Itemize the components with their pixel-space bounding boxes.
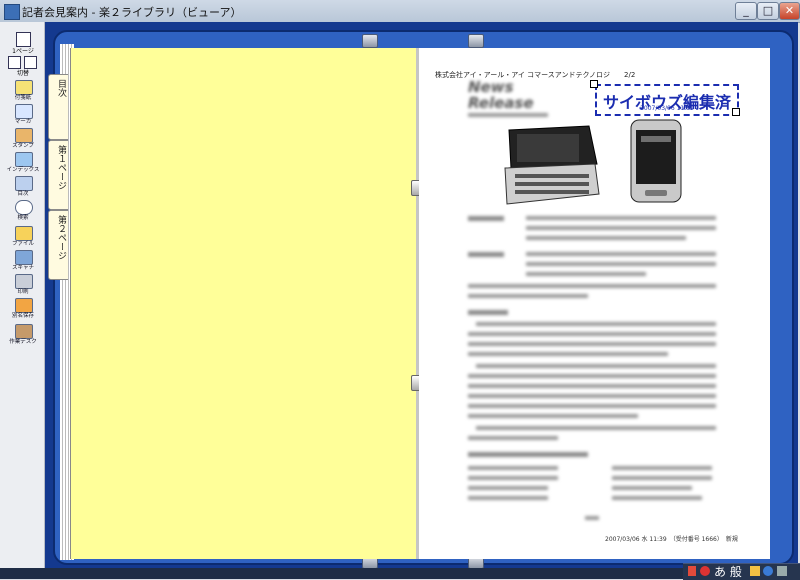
left-page[interactable] [70,48,419,559]
stamp-handle[interactable] [590,80,598,88]
text-line [468,414,638,418]
text-line [468,496,548,500]
marker-tool[interactable]: マーカ [8,104,38,125]
print-tool[interactable]: 印刷 [8,274,38,295]
close-button[interactable]: ✕ [779,2,800,20]
text-line [468,436,558,440]
ime-icon[interactable] [700,566,710,576]
stamp-handle[interactable] [732,108,740,116]
minimize-button[interactable]: _ [735,2,757,20]
text-line [526,216,716,220]
text-line [468,252,504,257]
text-line [468,216,504,221]
window-title: 記者会見案内 - 楽２ライブラリ（ビューア） [22,6,242,19]
text-line [468,374,716,378]
stamp-tool[interactable]: スタンプ [8,128,38,149]
index-tool[interactable]: インデックス [7,152,39,173]
section-heading [468,452,588,457]
text-line [526,262,716,266]
text-line [612,486,692,490]
phone-image-front [630,119,682,203]
section-heading [468,310,508,315]
help-icon[interactable] [763,566,773,576]
stamp-date: 2007/03/06 11:39 [640,105,694,112]
text-line [526,236,686,240]
tab-page-2[interactable]: 第２ページ [48,210,68,280]
save-as-tool[interactable]: 別名保存 [8,298,38,319]
subtitle-line [468,113,548,117]
text-line [526,272,646,276]
page-number [585,516,599,520]
page-icon [16,32,31,47]
text-line [468,342,716,346]
text-line [468,404,716,408]
text-line [612,466,712,470]
text-line [468,284,716,288]
phone-image-sliding [504,125,600,205]
options-icon[interactable] [777,566,787,576]
taskbar [0,568,800,579]
text-line [468,466,558,470]
work-desk-tool[interactable]: 作業デスク [8,324,38,345]
table-of-contents-tool[interactable]: 目次 [8,176,38,197]
edit-stamp[interactable]: サイボウズ編集済 2007/03/06 11:39 [595,84,739,116]
text-line [468,394,716,398]
text-line [526,226,716,230]
release-title: Release [468,94,534,112]
tab-table-of-contents[interactable]: 目次 [48,74,68,140]
text-line [612,496,702,500]
text-line [476,322,716,326]
tool-palette: 1ページ 切替 付箋紙 マーカ スタンプ インデックス 目次 検索 ファイル ス… [0,22,45,568]
scanner-tool[interactable]: スキャナ [8,250,38,271]
text-line [526,252,716,256]
one-page-button[interactable]: 1ページ [8,32,38,55]
tool-icon[interactable] [750,566,760,576]
search-tool[interactable]: 検索 [8,200,38,221]
text-line [468,352,668,356]
text-line [468,384,716,388]
text-line [468,332,716,336]
switch-button[interactable]: 切替 [6,56,40,77]
file-tool[interactable]: ファイル [8,226,38,247]
text-line [612,476,712,480]
text-line [476,426,716,430]
text-line [476,364,716,368]
document-header: 株式会社アイ・アール・アイ コマースアンドテクノロジ 2/2 [435,71,636,79]
binder-post [468,34,484,48]
ime-mode-label[interactable]: あ 般 [714,563,742,580]
flag-icon[interactable] [688,566,696,576]
maximize-button[interactable]: □ [757,2,779,20]
binder-post [362,34,378,48]
app-icon [4,4,20,20]
tab-page-1[interactable]: 第１ページ [48,140,68,210]
text-line [468,476,558,480]
text-line [468,294,588,298]
sticky-note-tool[interactable]: 付箋紙 [8,80,38,101]
text-line [468,486,548,490]
title-bar: 記者会見案内 - 楽２ライブラリ（ビューア） _ □ ✕ [0,0,800,23]
document-footer: 2007/03/06 水 11:39 （受付番号 1666） 新規 [605,536,738,543]
